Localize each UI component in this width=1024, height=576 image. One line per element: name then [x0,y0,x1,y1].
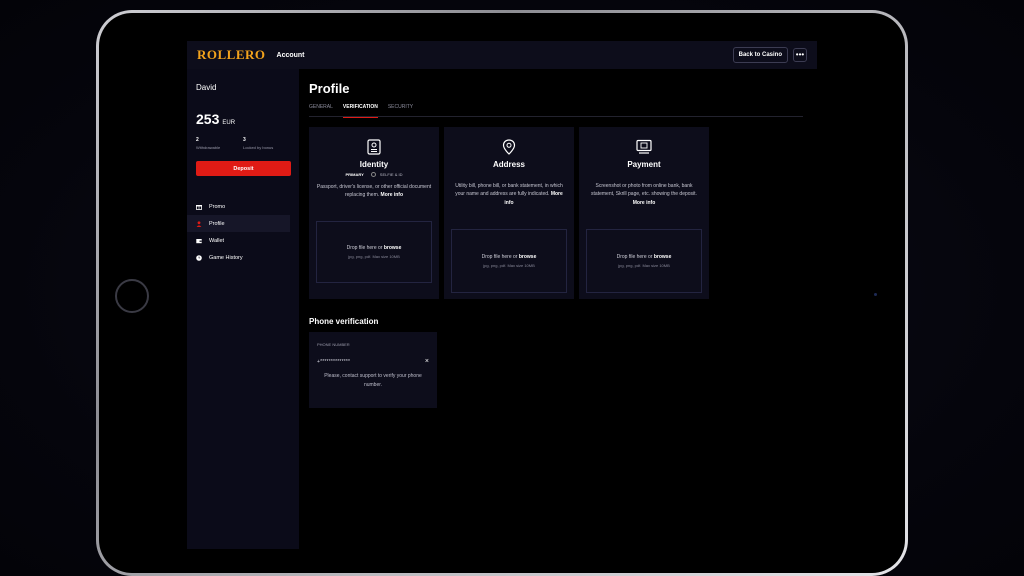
app-screen: ROLLERO Account Back to Casino ••• David… [167,41,843,549]
primary-badge: PRIMARY [345,172,364,177]
location-icon [501,139,517,155]
browse-link[interactable]: browse [519,254,537,260]
sidebar: David 253 EUR 2 Withdrawable 3 Locked by… [187,69,299,549]
top-bar: ROLLERO Account Back to Casino ••• [187,41,817,69]
browse-link[interactable]: browse [384,245,402,251]
tab-general[interactable]: GENERAL [309,104,333,117]
locked-by-bonus: 3 Locked by bonus [243,137,290,150]
payment-screenshot-icon [636,139,652,155]
selfie-icon [370,172,376,177]
rollero-logo[interactable]: ROLLERO [197,47,266,63]
id-document-icon [366,139,382,155]
phone-support-note: Please, contact support to verify your p… [324,373,422,388]
phone-verification-card: PHONE NUMBER +************** × Please, c… [309,332,437,408]
account-label: Account [276,51,305,59]
locked-label: Locked by bonus [243,145,274,150]
main-content: Profile GENERAL VERIFICATION SECURITY Id… [309,69,809,549]
balance: 253 EUR [196,111,290,127]
page-title: Profile [309,81,350,96]
phone-number-field[interactable]: +************** × [317,358,429,365]
more-options-button[interactable]: ••• [793,48,807,62]
wallet-icon [196,238,202,244]
sidebar-item-label: Promo [209,203,226,210]
card-description: Utility bill, phone bill, or bank statem… [455,183,563,206]
profile-tabs: GENERAL VERIFICATION SECURITY [309,104,803,118]
card-title: Payment [627,160,661,169]
card-description: Screenshot or photo from online bank, ba… [591,183,697,206]
locked-value: 3 [243,137,246,143]
verification-cards: Identity PRIMARY SELFIE & ID Passport, d… [309,127,809,299]
file-hint: jpg, png, pdf. Max size 10MB [348,254,400,259]
deposit-button[interactable]: Deposit [196,161,291,176]
clear-icon[interactable]: × [425,358,429,365]
payment-card: Payment Screenshot or photo from online … [579,127,709,299]
sidebar-item-game-history[interactable]: Game History [187,249,290,266]
balance-breakdown: 2 Withdrawable 3 Locked by bonus [196,137,290,150]
address-card: Address Utility bill, phone bill, or ban… [444,127,574,299]
sidebar-item-profile[interactable]: Profile [187,215,290,232]
phone-number-label: PHONE NUMBER [317,342,350,347]
withdrawable-value: 2 [196,137,199,143]
withdrawable-label: Withdrawable [196,145,221,150]
back-to-casino-button[interactable]: Back to Casino [732,47,788,63]
selfie-id-label: SELFIE & ID [379,172,403,177]
sidebar-item-wallet[interactable]: Wallet [187,232,290,249]
phone-verification-title: Phone verification [309,317,379,326]
clock-icon [196,254,202,261]
home-button[interactable] [115,279,149,313]
withdrawable: 2 Withdrawable [196,137,243,150]
more-info-link[interactable]: More info [633,200,656,206]
tablet-frame: ROLLERO Account Back to Casino ••• David… [96,10,908,576]
user-name: David [196,83,217,92]
balance-amount: 253 [196,111,220,127]
address-dropzone[interactable]: Drop file here or browse jpg, png, pdf. … [451,229,567,293]
payment-dropzone[interactable]: Drop file here or browse jpg, png, pdf. … [586,229,702,293]
tab-security[interactable]: SECURITY [388,104,413,117]
file-hint: jpg, png, pdf. Max size 10MB [618,263,670,268]
card-description: Passport, driver's license, or other off… [316,184,432,199]
file-hint: jpg, png, pdf. Max size 10MB [483,263,535,268]
card-title: Identity [359,160,389,169]
sidebar-item-label: Wallet [209,237,225,244]
camera-dot [874,293,877,296]
card-title: Address [492,160,525,169]
phone-number-value[interactable]: +************** [317,359,350,365]
sidebar-item-promo[interactable]: Promo [187,198,290,215]
sidebar-nav: Promo Profile Wallet Game History [187,198,290,266]
balance-currency: EUR [222,120,236,126]
identity-requirements: PRIMARY SELFIE & ID [345,172,403,177]
tab-verification[interactable]: VERIFICATION [342,104,378,118]
user-icon [196,220,202,227]
identity-dropzone[interactable]: Drop file here or browse jpg, png, pdf. … [316,221,432,283]
sidebar-item-label: Profile [209,220,225,227]
more-info-link[interactable]: More info [381,192,404,198]
sidebar-item-label: Game History [209,254,243,261]
tablet-bezel: ROLLERO Account Back to Casino ••• David… [99,13,905,573]
identity-card: Identity PRIMARY SELFIE & ID Passport, d… [309,127,439,299]
gift-icon [196,204,202,210]
browse-link[interactable]: browse [654,254,672,260]
